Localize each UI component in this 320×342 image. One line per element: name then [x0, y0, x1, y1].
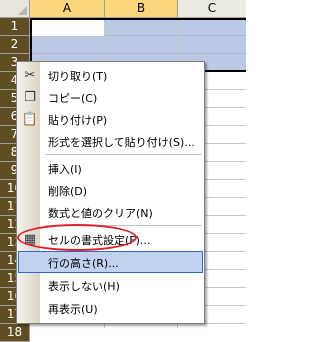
select-all-corner[interactable] — [0, 0, 30, 18]
copy-icon: ❐ — [24, 89, 36, 105]
menu-item-label: 貼り付け(P) — [48, 114, 108, 127]
menu-item-label: 数式と値のクリア(N) — [48, 207, 153, 220]
menu-item-unhide[interactable]: 再表示(U) — [18, 297, 203, 319]
menu-item-row-height[interactable]: 行の高さ(R)... — [18, 251, 203, 273]
menu-item-label: 行の高さ(R)... — [48, 257, 119, 270]
menu-item-paste[interactable]: 📋 貼り付け(P) — [18, 108, 203, 130]
row-header-2[interactable]: 2 — [0, 36, 30, 54]
menu-item-label: 表示しない(H) — [48, 280, 120, 293]
menu-item-delete[interactable]: 削除(D) — [18, 179, 203, 201]
menu-item-label: 挿入(I) — [48, 163, 82, 176]
menu-item-label: 切り取り(T) — [48, 70, 108, 83]
spreadsheet: A B C 1 2 3 4 5 6 7 8 9 10 11 12 13 14 1… — [0, 0, 246, 342]
paste-icon: 📋 — [21, 111, 39, 127]
menu-item-label: 削除(D) — [48, 185, 88, 198]
menu-item-label: 再表示(U) — [48, 303, 98, 316]
annotation-circle — [17, 224, 137, 251]
column-header-b[interactable]: B — [105, 0, 178, 18]
menu-item-clear-contents[interactable]: 数式と値のクリア(N) — [18, 201, 203, 223]
menu-separator — [45, 154, 202, 155]
menu-item-paste-special[interactable]: 形式を選択して貼り付け(S)... — [18, 130, 203, 152]
row-header-18[interactable]: 18 — [0, 324, 30, 342]
column-header-c[interactable]: C — [178, 0, 246, 18]
menu-item-hide[interactable]: 表示しない(H) — [18, 274, 203, 296]
menu-item-insert[interactable]: 挿入(I) — [18, 157, 203, 179]
menu-item-cut[interactable]: ✂ 切り取り(T) — [18, 64, 203, 86]
menu-item-copy[interactable]: ❐ コピー(C) — [18, 86, 203, 108]
menu-item-label: 形式を選択して貼り付け(S)... — [48, 136, 195, 149]
row-header-1[interactable]: 1 — [0, 18, 30, 36]
menu-item-label: コピー(C) — [48, 92, 98, 105]
column-header-a[interactable]: A — [30, 0, 105, 18]
scissors-icon: ✂ — [24, 67, 36, 83]
context-menu: ✂ 切り取り(T) ❐ コピー(C) 📋 貼り付け(P) 形式を選択して貼り付け… — [16, 61, 205, 324]
